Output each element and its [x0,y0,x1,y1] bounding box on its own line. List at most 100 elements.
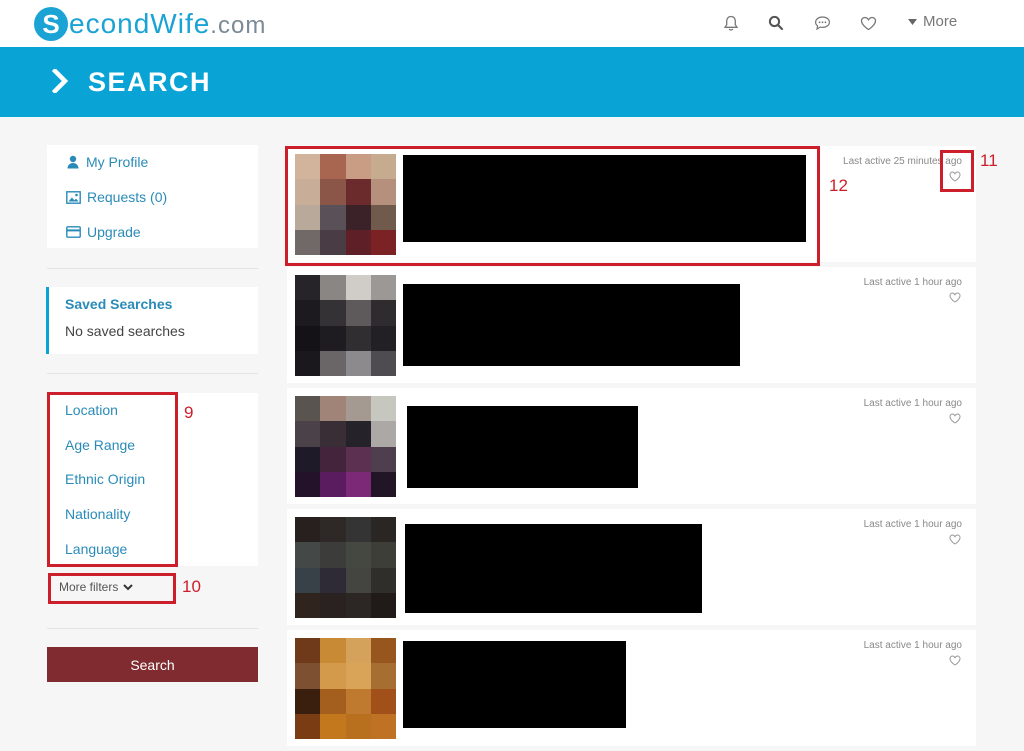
sidebar-link-requests[interactable]: Requests (0) [66,189,167,205]
redacted-profile-info [407,406,638,488]
sidebar-link-my-profile[interactable]: My Profile [66,154,148,170]
thumb-pixel [295,542,321,568]
thumb-pixel [370,275,396,301]
thumb-pixel [370,638,396,664]
annotation-box-9 [47,392,178,567]
bell-icon[interactable] [720,12,742,34]
thumb-pixel [370,592,396,618]
favorite-heart-icon[interactable] [949,534,961,545]
thumb-pixel [345,663,371,689]
thumb-pixel [345,325,371,351]
profile-photo-pixelated[interactable] [295,396,396,497]
chevron-right-icon [52,69,69,93]
result-card[interactable]: Last active 1 hour ago [287,630,976,746]
thumb-pixel [345,517,371,543]
more-label: More [923,13,958,30]
redacted-profile-info [403,284,740,366]
thumb-pixel [320,592,346,618]
thumb-pixel [370,300,396,326]
thumb-pixel [345,638,371,664]
sidebar-link-label: Upgrade [87,224,141,240]
thumb-pixel [295,300,321,326]
sidebar-divider [47,373,258,374]
thumb-pixel [295,638,321,664]
last-active-status: Last active 1 hour ago [863,277,962,288]
chat-icon[interactable] [811,12,833,34]
profile-photo-pixelated[interactable] [295,275,396,376]
thumb-pixel [370,350,396,376]
thumb-pixel [295,517,321,543]
thumb-pixel [320,471,346,497]
thumb-pixel [295,325,321,351]
thumb-pixel [320,396,346,422]
thumb-pixel [320,638,346,664]
result-card[interactable]: Last active 1 hour ago [287,388,976,504]
last-active-status: Last active 1 hour ago [863,519,962,530]
user-icon [67,155,79,169]
sidebar-link-label: Requests (0) [87,189,168,205]
thumb-pixel [295,688,321,714]
thumb-pixel [320,567,346,593]
search-button[interactable]: Search [47,647,258,682]
thumb-pixel [320,275,346,301]
thumb-pixel [295,350,321,376]
annotation-box-11 [940,150,974,192]
thumb-pixel [295,471,321,497]
thumb-pixel [345,471,371,497]
thumb-pixel [345,567,371,593]
sidebar-divider [47,268,258,269]
thumb-pixel [370,517,396,543]
caret-down-icon [908,18,917,25]
heart-icon[interactable] [857,12,879,34]
thumb-pixel [370,542,396,568]
annotation-label-11: 11 [980,151,998,170]
sidebar-link-upgrade[interactable]: Upgrade [66,224,141,240]
favorite-heart-icon[interactable] [949,292,961,303]
more-menu[interactable]: More [908,13,957,30]
thumb-pixel [320,325,346,351]
thumb-pixel [345,713,371,739]
profile-photo-pixelated[interactable] [295,517,396,618]
thumb-pixel [320,421,346,447]
thumb-pixel [345,542,371,568]
thumb-pixel [320,663,346,689]
page-banner: SEARCH [0,47,1024,117]
thumb-pixel [295,592,321,618]
profile-photo-pixelated[interactable] [295,638,396,739]
redacted-profile-info [403,641,626,728]
thumb-pixel [345,592,371,618]
card-icon [66,226,81,238]
last-active-status: Last active 1 hour ago [863,640,962,651]
annotation-box-12 [285,146,820,266]
thumb-pixel [370,713,396,739]
thumb-pixel [295,663,321,689]
thumb-pixel [320,300,346,326]
thumb-pixel [370,688,396,714]
logo-text: econdWife.com [69,8,266,40]
result-card[interactable]: Last active 1 hour ago [287,509,976,625]
thumb-pixel [320,350,346,376]
thumb-pixel [370,446,396,472]
top-bar: S econdWife.com More [0,0,1024,47]
logo-letter: S [34,7,68,41]
page-title: SEARCH [88,67,212,97]
site-logo[interactable]: S econdWife.com [34,6,266,42]
thumb-pixel [295,421,321,447]
thumb-pixel [370,396,396,422]
thumb-pixel [370,421,396,447]
favorite-heart-icon[interactable] [949,413,961,424]
thumb-pixel [320,517,346,543]
search-icon[interactable] [765,12,787,34]
thumb-pixel [295,567,321,593]
thumb-pixel [295,396,321,422]
thumb-pixel [370,325,396,351]
result-card[interactable]: Last active 1 hour ago [287,267,976,383]
annotation-label-9: 9 [184,403,194,422]
thumb-pixel [345,688,371,714]
thumb-pixel [370,471,396,497]
thumb-pixel [320,713,346,739]
saved-searches-title[interactable]: Saved Searches [65,296,172,312]
favorite-heart-icon[interactable] [949,655,961,666]
logo-suffix: .com [210,12,267,39]
thumb-pixel [345,300,371,326]
